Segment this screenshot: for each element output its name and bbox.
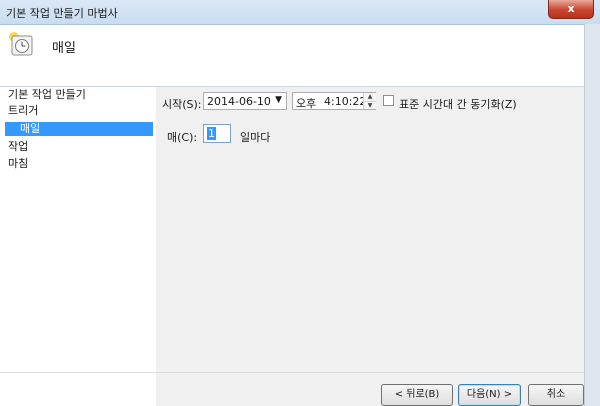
recur-days-input[interactable]: 1 [203, 124, 231, 143]
recur-label: 매(C): [167, 131, 198, 144]
page-title: 매일 [52, 41, 76, 56]
spin-down-icon[interactable]: ▼ [364, 101, 376, 110]
window-title: 기본 작업 만들기 마법사 [6, 7, 118, 20]
step-create-basic-task[interactable]: 기본 작업 만들기 [8, 88, 86, 102]
close-button[interactable]: x [548, 0, 594, 19]
step-finish[interactable]: 마침 [8, 157, 28, 171]
ampm-value: 오후 [296, 97, 317, 110]
spin-up-icon[interactable]: ▲ [364, 93, 376, 101]
cancel-button[interactable]: 취소 [528, 384, 584, 406]
time-spinner[interactable]: ▲ ▼ [363, 93, 376, 109]
step-action[interactable]: 작업 [8, 140, 28, 154]
wizard-steps: 기본 작업 만들기 트리거 매일 작업 마침 [0, 87, 156, 406]
back-button[interactable]: < 뒤로(B) [381, 384, 453, 406]
clock-icon [9, 32, 33, 56]
title-bar: 기본 작업 만들기 마법사 x [0, 0, 600, 25]
next-button[interactable]: 다음(N) > [458, 384, 521, 406]
step-daily[interactable]: 매일 [5, 122, 153, 136]
step-trigger[interactable]: 트리거 [8, 104, 38, 118]
wizard-header: 매일 [0, 25, 584, 87]
sync-timezone-checkbox[interactable] [383, 95, 394, 106]
sync-timezone-label[interactable]: 표준 시간대 간 동기화(Z) [399, 96, 517, 112]
start-date-value: 2014-06-10 [207, 95, 271, 108]
dropdown-arrow-icon[interactable]: ▼ [275, 95, 282, 105]
window-border [584, 24, 600, 406]
start-time-value: 4:10:22 [324, 95, 367, 108]
recur-unit-label: 일마다 [240, 131, 271, 144]
start-label: 시작(S): [162, 98, 202, 111]
start-date-picker[interactable]: 2014-06-10 ▼ [203, 92, 287, 110]
footer-divider [0, 372, 584, 373]
recur-days-value: 1 [207, 127, 216, 140]
